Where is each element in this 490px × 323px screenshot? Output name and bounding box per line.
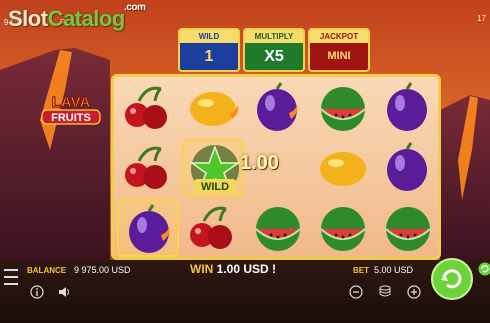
symbol-lemon [312,139,374,197]
symbol-lemon [182,79,244,137]
status-clock: 17 [477,14,486,23]
balance-value: 9 975.00 USD [74,265,131,275]
symbol-cherries [117,139,179,197]
game-logo: LAVA FRUITS [41,93,101,125]
reel-5 [376,79,440,259]
win-value: 1.00 USD ! [216,262,277,276]
logo-line1: LAVA [52,94,91,111]
feature-wild-value: 1 [204,48,214,65]
symbol-win-value: 1.00 [240,152,279,174]
spin-icon[interactable] [431,258,473,300]
logo-line2: FRUITS [51,112,91,124]
menu-icon[interactable] [0,264,22,292]
symbol-wild: WILD [182,139,244,197]
sound-icon[interactable] [57,285,71,299]
symbol-cherries [182,199,244,257]
symbol-plum [247,79,309,137]
symbol-watermelon [377,199,439,257]
bet-value: 5.00 USD [374,265,414,275]
autoplay-icon[interactable] [478,262,490,276]
reel-2: WILD [181,79,245,259]
feature-jackpot: JACKPOT MINI [308,28,370,72]
symbol-cherries [117,79,179,137]
symbol-plum [377,139,439,197]
feature-multiply-label: MULTIPLY [245,30,303,43]
symbol-watermelon [247,199,309,257]
coins-icon[interactable] [378,284,392,298]
plus-icon[interactable] [407,285,421,299]
minus-icon[interactable] [349,285,363,299]
watermark-logo: SlotCatalog .com [8,2,146,31]
symbol-watermelon [312,79,374,137]
feature-wild: WILD 1 [178,28,240,72]
symbol-plum [117,199,179,257]
wild-label: WILD [201,181,229,193]
feature-wild-label: WILD [180,30,238,43]
reel-1 [116,79,180,259]
bet-label: BET [353,266,369,275]
info-icon[interactable] [30,285,44,299]
feature-jackpot-label: JACKPOT [310,30,368,43]
feature-multiply: MULTIPLY X5 [243,28,305,72]
symbol-plum [377,79,439,137]
balance-label: BALANCE [27,266,67,275]
feature-jackpot-value: MINI [327,50,351,62]
symbol-watermelon [312,199,374,257]
feature-multiply-value: X5 [264,48,284,65]
win-display: WIN 1.00 USD ! [190,262,276,276]
reel-4 [311,79,375,259]
win-label: WIN [190,262,214,276]
